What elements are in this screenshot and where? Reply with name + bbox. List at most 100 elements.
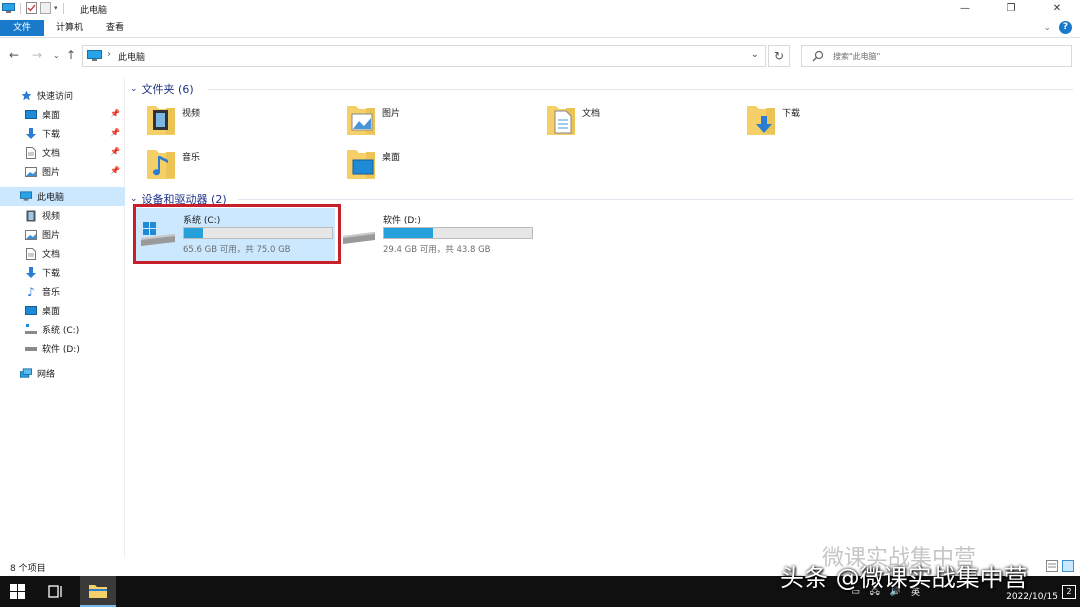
- downloads-folder-icon: [747, 106, 775, 135]
- nav-item-downloads-pinned[interactable]: 下载 📌: [0, 124, 125, 143]
- pictures-folder-icon: [347, 106, 375, 135]
- desktop-icon: [25, 305, 37, 317]
- large-icons-view-icon[interactable]: [1062, 560, 1074, 572]
- pin-icon[interactable]: 📌: [110, 147, 120, 156]
- task-view-icon[interactable]: [48, 584, 64, 599]
- watermark: 头条 @微课实战集中营: [780, 564, 1028, 592]
- music-icon: ♪: [27, 284, 35, 299]
- new-folder-icon[interactable]: [40, 2, 51, 14]
- address-row: ← → ⌄ ↑ › 此电脑 ⌄ ↻ 搜索"此电脑": [0, 42, 1080, 70]
- up-arrow-icon[interactable]: ↑: [66, 48, 76, 62]
- download-icon: [25, 266, 37, 279]
- maximize-button[interactable]: ❐: [988, 0, 1034, 18]
- view-toggle: [1046, 560, 1074, 572]
- pc-icon: [2, 2, 15, 13]
- title-bar: ▾ 此电脑 — ❐ ✕: [0, 0, 1080, 18]
- nav-item-downloads[interactable]: 下载: [0, 263, 125, 282]
- windows-start-icon[interactable]: [10, 584, 25, 599]
- group-divider: [238, 199, 1073, 200]
- address-bar[interactable]: › 此电脑 ⌄: [82, 45, 766, 67]
- nav-item-quick-access[interactable]: 快速访问: [0, 86, 125, 105]
- document-icon: [25, 146, 37, 159]
- drive-space-info: 29.4 GB 可用，共 43.8 GB: [383, 245, 491, 255]
- nav-item-documents[interactable]: 文档: [0, 244, 125, 263]
- document-icon: [25, 247, 37, 260]
- download-icon: [25, 127, 37, 140]
- tab-view[interactable]: 查看: [96, 20, 134, 36]
- nav-item-pictures[interactable]: 图片: [0, 225, 125, 244]
- notification-count-badge[interactable]: 2: [1062, 585, 1076, 599]
- video-icon: [25, 210, 37, 222]
- search-input[interactable]: 搜索"此电脑": [801, 45, 1072, 67]
- status-item-count: 8 个项目: [10, 564, 46, 574]
- refresh-button[interactable]: ↻: [768, 45, 790, 67]
- nav-item-desktop-pinned[interactable]: 桌面 📌: [0, 105, 125, 124]
- nav-item-network[interactable]: 网络: [0, 364, 125, 383]
- nav-item-documents-pinned[interactable]: 文档 📌: [0, 143, 125, 162]
- pc-icon: [20, 191, 32, 203]
- folder-desktop[interactable]: 桌面: [330, 146, 520, 186]
- expand-ribbon-icon[interactable]: ⌄: [1043, 23, 1051, 33]
- ribbon: 文件 计算机 查看 ⌄ ?: [0, 18, 1080, 38]
- quick-access-toolbar: ▾: [2, 2, 66, 14]
- pin-icon[interactable]: 📌: [110, 109, 120, 118]
- folder-pictures[interactable]: 图片: [330, 102, 520, 142]
- window-title: 此电脑: [80, 6, 108, 16]
- search-placeholder: 搜索"此电脑": [833, 52, 881, 61]
- breadcrumb-chevron-icon[interactable]: ›: [107, 49, 111, 60]
- pin-icon[interactable]: 📌: [110, 128, 120, 137]
- folder-music[interactable]: 音乐: [130, 146, 320, 186]
- documents-folder-icon: [547, 106, 575, 135]
- help-icon[interactable]: ?: [1059, 21, 1072, 34]
- nav-item-software-drive[interactable]: 软件 (D:): [0, 339, 125, 358]
- folder-downloads[interactable]: 下载: [730, 102, 920, 142]
- drive-icon: [343, 232, 375, 244]
- forward-arrow-icon[interactable]: →: [32, 48, 42, 62]
- taskbar-file-explorer[interactable]: [80, 576, 116, 607]
- tab-file[interactable]: 文件: [0, 20, 44, 36]
- navigation-pane[interactable]: 快速访问 桌面 📌 下载 📌 文档 📌 图片 📌 此电脑 视频 图片 文档 下载: [0, 78, 125, 558]
- address-dropdown-icon[interactable]: ⌄: [751, 49, 759, 60]
- nav-item-videos[interactable]: 视频: [0, 206, 125, 225]
- customize-qa-icon[interactable]: ▾: [54, 4, 58, 12]
- drive-label: 软件 (D:): [383, 216, 421, 226]
- drive-usage-bar: [383, 227, 533, 239]
- drive-usage-fill: [384, 228, 433, 238]
- highlight-box: [133, 204, 341, 264]
- desktop-icon: [25, 109, 37, 121]
- tab-computer[interactable]: 计算机: [46, 20, 93, 36]
- back-arrow-icon[interactable]: ←: [9, 48, 19, 62]
- nav-item-system-drive[interactable]: 系统 (C:): [0, 320, 125, 339]
- drive-icon: [25, 343, 37, 355]
- star-icon: [20, 90, 32, 102]
- picture-icon: [25, 166, 37, 178]
- desktop-folder-icon: [347, 150, 375, 179]
- folder-videos[interactable]: 视频: [130, 102, 320, 142]
- nav-item-music[interactable]: ♪ 音乐: [0, 282, 125, 301]
- minimize-button[interactable]: —: [942, 0, 988, 18]
- folder-documents[interactable]: 文档: [530, 102, 720, 142]
- nav-item-this-pc[interactable]: 此电脑: [0, 187, 125, 206]
- nav-item-desktop[interactable]: 桌面: [0, 301, 125, 320]
- content-pane: ⌄ 文件夹 (6) 视频 图片 文档 下载 音乐 桌面 ⌄ 设备和驱动器 (2)…: [130, 78, 1080, 558]
- nav-item-pictures-pinned[interactable]: 图片 📌: [0, 162, 125, 181]
- group-divider: [208, 89, 1073, 90]
- folder-icon: [89, 585, 107, 598]
- system-drive-icon: [25, 324, 37, 336]
- recent-locations-icon[interactable]: ⌄: [53, 51, 60, 60]
- properties-icon[interactable]: [26, 2, 37, 14]
- search-icon: [812, 50, 824, 62]
- pin-icon[interactable]: 📌: [110, 166, 120, 175]
- breadcrumb[interactable]: 此电脑: [118, 50, 145, 63]
- collapse-chevron-icon[interactable]: ⌄: [130, 84, 138, 94]
- network-icon: [20, 368, 32, 380]
- picture-icon: [25, 229, 37, 241]
- clock-date[interactable]: 2022/10/15: [1006, 592, 1058, 602]
- details-view-icon[interactable]: [1046, 560, 1058, 572]
- group-header-folders[interactable]: ⌄ 文件夹 (6): [130, 81, 194, 97]
- close-button[interactable]: ✕: [1034, 0, 1080, 18]
- video-folder-icon: [147, 106, 175, 135]
- collapse-chevron-icon[interactable]: ⌄: [130, 194, 138, 204]
- drive-software-d[interactable]: 软件 (D:) 29.4 GB 可用，共 43.8 GB: [335, 208, 535, 262]
- pc-icon: [87, 50, 102, 61]
